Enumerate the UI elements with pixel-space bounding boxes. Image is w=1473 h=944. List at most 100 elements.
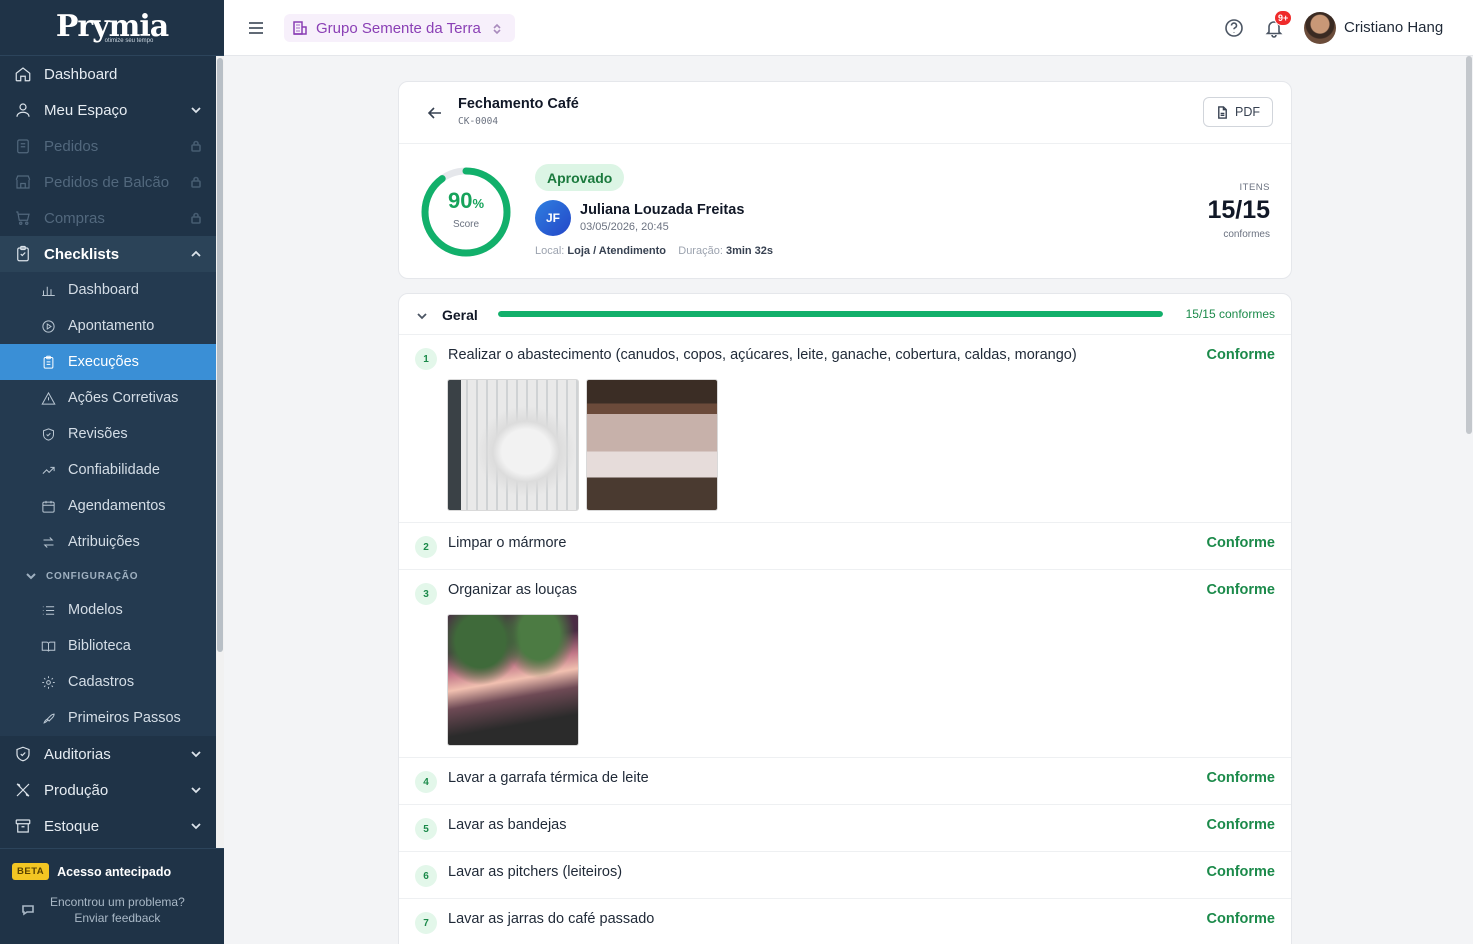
local-label: Local: — [535, 245, 565, 257]
beta-badge: BETA — [12, 863, 50, 880]
user-icon — [14, 101, 32, 119]
group-progress-bar — [498, 311, 1163, 317]
sidebar-item-checklist-dashboard[interactable]: Dashboard — [0, 272, 216, 308]
sidebar-item-label: Pedidos — [44, 137, 99, 155]
item-number: 3 — [415, 583, 437, 605]
swap-icon — [40, 534, 56, 550]
sidebar-item-label: Auditorias — [44, 745, 111, 763]
user-name[interactable]: Cristiano Hang — [1344, 19, 1443, 36]
sidebar-scrollbar-thumb[interactable] — [217, 58, 223, 652]
trend-icon — [40, 462, 56, 478]
config-section-header[interactable]: CONFIGURAÇÃO — [0, 560, 216, 592]
status-badge: Aprovado — [535, 164, 625, 191]
book-icon — [40, 638, 56, 654]
sidebar: Prymia otimize seu tempo Dashboard Meu E… — [0, 0, 224, 944]
logo-tagline: otimize seu tempo — [104, 37, 154, 44]
sidebar-item-apontamento[interactable]: Apontamento — [0, 308, 216, 344]
duration-value: 3min 32s — [725, 245, 774, 257]
sidebar-scrollbar[interactable] — [216, 56, 224, 848]
sidebar-item-label: Compras — [44, 209, 105, 227]
sidebar-item-atribuicoes[interactable]: Atribuições — [0, 524, 216, 560]
beta-text: Acesso antecipado — [57, 864, 172, 879]
sidebar-item-agendamentos[interactable]: Agendamentos — [0, 488, 216, 524]
sidebar-item-execucoes[interactable]: Execuções — [0, 344, 216, 380]
item-status: Conforme — [1206, 535, 1275, 551]
sidebar-item-label: Atribuições — [68, 534, 140, 550]
item-status: Conforme — [1206, 582, 1275, 598]
item-photo[interactable] — [586, 379, 718, 511]
lock-icon — [190, 175, 202, 188]
sidebar-item-compras: Compras — [0, 200, 216, 236]
checklist-item: 7 Lavar as jarras do café passado Confor… — [399, 899, 1291, 944]
item-photo[interactable] — [447, 614, 579, 746]
sidebar-item-cadastros[interactable]: Cadastros — [0, 664, 216, 700]
lock-icon — [190, 211, 202, 224]
sidebar-item-acoes-corretivas[interactable]: Ações Corretivas — [0, 380, 216, 416]
sidebar-item-label: Cadastros — [68, 674, 135, 690]
page-scrollbar-thumb[interactable] — [1466, 56, 1472, 434]
feedback-link[interactable]: Encontrou um problema? Enviar feedback — [0, 880, 224, 926]
sidebar-nav: Dashboard Meu Espaço Pedidos Pedidos de … — [0, 56, 216, 848]
store-icon — [14, 173, 32, 191]
clipboard-icon — [14, 245, 32, 263]
sidebar-item-label: Apontamento — [68, 318, 155, 334]
help-icon[interactable] — [1224, 18, 1244, 38]
group-header[interactable]: Geral 15/15 conformes — [399, 294, 1291, 335]
notifications-button[interactable]: 9+ — [1264, 10, 1293, 38]
execution-meta: Local: Loja / Atendimento Duração: 3min … — [535, 245, 773, 257]
sidebar-item-label: Estoque — [44, 817, 100, 835]
items-label: ITENS — [1239, 182, 1270, 193]
sidebar-item-label: Dashboard — [68, 282, 139, 298]
chevron-down-icon — [190, 103, 202, 115]
sidebar-item-label: Produção — [44, 781, 109, 799]
sidebar-item-primeiros-passos[interactable]: Primeiros Passos — [0, 700, 216, 736]
group-count: 15/15 conformes — [1185, 307, 1275, 321]
execution-title: Fechamento Café — [458, 96, 579, 112]
feedback-line2: Enviar feedback — [74, 911, 161, 925]
menu-icon[interactable] — [246, 18, 266, 38]
item-photo[interactable] — [447, 379, 579, 511]
beta-notice: BETA Acesso antecipado — [0, 849, 224, 880]
sidebar-item-label: Pedidos de Balcão — [44, 173, 170, 191]
item-number: 4 — [415, 771, 437, 793]
play-circle-icon — [40, 318, 56, 334]
item-status: Conforme — [1206, 864, 1275, 880]
sidebar-item-label: Checklists — [44, 245, 120, 263]
rocket-icon — [40, 710, 56, 726]
back-arrow-icon[interactable] — [425, 103, 445, 123]
local-value: Loja / Atendimento — [567, 245, 667, 257]
sidebar-item-auditorias[interactable]: Auditorias — [0, 736, 216, 772]
sidebar-item-revisoes[interactable]: Revisões — [0, 416, 216, 452]
item-status: Conforme — [1206, 817, 1275, 833]
org-selector[interactable]: Grupo Semente da Terra — [284, 14, 515, 42]
executor-name: Juliana Louzada Freitas — [580, 202, 745, 218]
group-progress-fill — [498, 311, 1163, 317]
item-number: 7 — [415, 912, 437, 934]
sidebar-item-biblioteca[interactable]: Biblioteca — [0, 628, 216, 664]
sidebar-item-modelos[interactable]: Modelos — [0, 592, 216, 628]
home-icon — [14, 65, 32, 83]
org-name: Grupo Semente da Terra — [316, 19, 481, 37]
page-scrollbar[interactable] — [1465, 56, 1473, 944]
item-status: Conforme — [1206, 911, 1275, 927]
list-icon — [40, 602, 56, 618]
sidebar-footer: BETA Acesso antecipado Encontrou um prob… — [0, 848, 224, 944]
sidebar-item-estoque[interactable]: Estoque — [0, 808, 216, 844]
checklist-group-card: Geral 15/15 conformes 1 Realizar o abast… — [398, 293, 1292, 944]
avatar[interactable] — [1304, 12, 1336, 44]
sidebar-item-checklists[interactable]: Checklists — [0, 236, 216, 272]
items-sub: conformes — [1223, 229, 1270, 240]
sidebar-item-meu-espaco[interactable]: Meu Espaço — [0, 92, 216, 128]
sidebar-item-label: Meu Espaço — [44, 101, 128, 119]
sidebar-item-dashboard[interactable]: Dashboard — [0, 56, 216, 92]
app: Prymia otimize seu tempo Dashboard Meu E… — [0, 0, 1473, 944]
sidebar-item-producao[interactable]: Produção — [0, 772, 216, 808]
pdf-button[interactable]: PDF — [1203, 97, 1273, 127]
config-section-label: CONFIGURAÇÃO — [46, 570, 139, 582]
logo[interactable]: Prymia otimize seu tempo — [0, 0, 224, 56]
pdf-button-label: PDF — [1235, 105, 1260, 119]
item-text: Lavar as bandejas — [448, 817, 567, 833]
chevron-down-icon[interactable] — [416, 309, 428, 321]
score-label: Score — [452, 219, 480, 230]
sidebar-item-confiabilidade[interactable]: Confiabilidade — [0, 452, 216, 488]
